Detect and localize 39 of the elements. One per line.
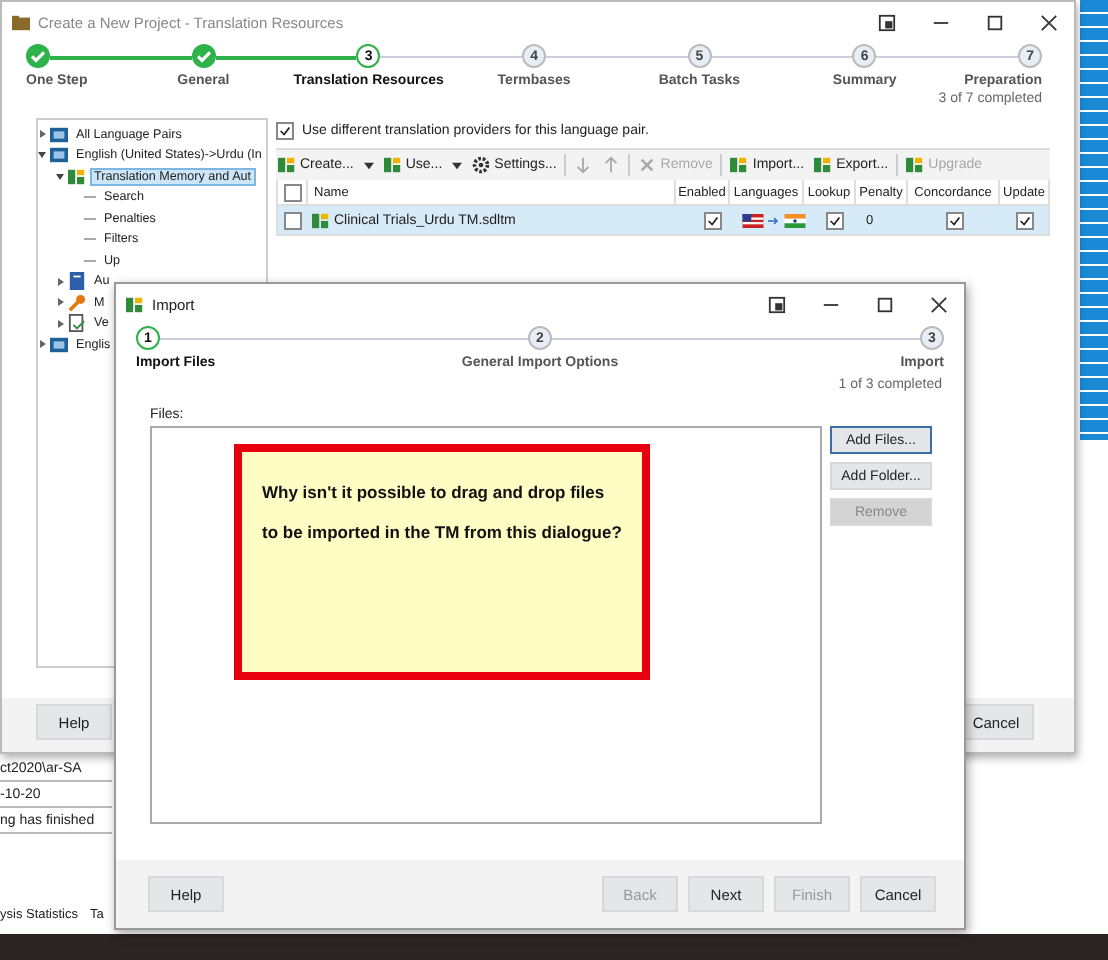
checkbox[interactable] <box>946 211 964 229</box>
database-icon <box>126 296 144 314</box>
wrench-icon <box>68 293 86 312</box>
maximize-icon[interactable] <box>876 296 894 314</box>
checkbox[interactable] <box>276 121 294 139</box>
india-flag-icon <box>784 213 806 227</box>
arrow-icon <box>768 215 780 225</box>
up-arrow-icon <box>602 156 621 174</box>
document-icon <box>68 314 86 333</box>
folder-icon <box>12 14 30 32</box>
checkbox[interactable] <box>703 211 721 229</box>
checkbox[interactable] <box>1015 211 1033 229</box>
database-icon <box>730 156 749 174</box>
expander-icon[interactable] <box>58 277 64 286</box>
database-icon <box>814 156 833 174</box>
caret-icon <box>363 161 374 169</box>
annotation-note: Why isn't it possible to drag and drop files to be imported in the TM from this dialogue? <box>234 444 650 680</box>
checkbox[interactable] <box>826 211 844 229</box>
pin-icon[interactable] <box>878 14 896 32</box>
database-icon <box>906 156 925 174</box>
expander-icon[interactable] <box>58 298 64 307</box>
maximize-icon[interactable] <box>986 14 1004 32</box>
database-icon <box>278 156 296 174</box>
database-icon <box>383 156 402 174</box>
file-list[interactable]: Why isn't it possible to drag and drop files to be imported in the TM from this dialogue? <box>150 426 822 824</box>
database-icon <box>312 211 330 229</box>
pin-icon[interactable] <box>768 296 786 314</box>
database-icon <box>68 167 86 186</box>
gear-icon <box>472 156 491 174</box>
book-icon <box>68 272 86 291</box>
down-arrow-icon <box>574 156 593 174</box>
us-flag-icon <box>742 213 764 227</box>
close-icon[interactable] <box>1040 14 1058 32</box>
cross-icon <box>638 156 657 174</box>
language-pair-icon <box>50 335 68 354</box>
checkbox[interactable] <box>283 183 301 201</box>
caret-icon <box>452 161 463 169</box>
close-icon[interactable] <box>930 296 948 314</box>
checkbox[interactable] <box>283 211 301 229</box>
